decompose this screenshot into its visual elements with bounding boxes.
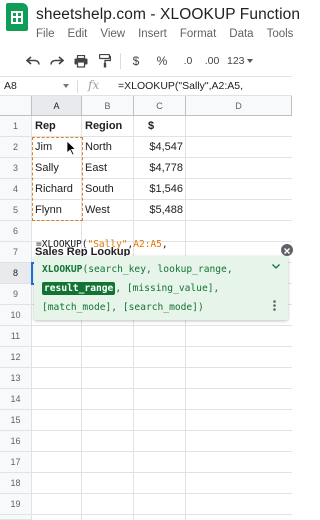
more-formats-label: 123 [227,55,245,67]
toolbar-divider [120,53,121,69]
name-box-dropdown-icon[interactable] [63,84,69,88]
menu-bar: File Edit View Insert Format Data Tools [36,28,293,40]
cell-a3[interactable]: Sally [32,158,82,179]
cell-b2[interactable]: North [82,137,134,158]
row-header-17[interactable]: 17 [0,452,32,473]
menu-tools[interactable]: Tools [267,28,294,40]
row-header-5[interactable]: 5 [0,200,32,221]
increase-decimal-button[interactable]: .00 [203,51,221,71]
mouse-cursor-icon [66,140,76,156]
grid-row-line [32,493,292,494]
cell-a4[interactable]: Richard [32,179,82,200]
cell-c1[interactable]: $ [134,116,186,137]
name-box[interactable]: A8 [4,80,17,92]
decrease-decimal-label: .0 [183,55,193,67]
row-header-7[interactable]: 7 [0,242,32,263]
paint-format-icon[interactable] [96,51,114,71]
row-header-15[interactable]: 15 [0,410,32,431]
grid-row-line [32,367,292,368]
row-header-12[interactable]: 12 [0,347,32,368]
function-help-tooltip: XLOOKUP(search_key, lookup_range, result… [34,256,288,320]
cell-c2[interactable]: $4,547 [134,137,186,158]
redo-icon[interactable] [48,51,66,71]
column-header-a[interactable]: A [32,96,82,116]
row-header-8[interactable]: 8 [0,263,32,284]
sheets-logo-icon[interactable] [6,3,28,31]
grid-row-line [32,514,292,515]
formula-prefix: =XLOOKUP( [36,239,88,250]
formula-suffix: , [161,239,168,250]
select-all-corner[interactable] [0,96,32,116]
row-header-1[interactable]: 1 [0,116,32,137]
tooltip-signature-line-1: XLOOKUP(search_key, lookup_range, [42,264,233,275]
column-header-d[interactable]: D [186,96,292,116]
column-header-b[interactable]: B [82,96,134,116]
grid-row-line [32,325,292,326]
formula-bar: A8 fx =XLOOKUP("Sally",A2:A5, [0,76,292,96]
decrease-decimal-button[interactable]: .0 [179,51,197,71]
cell-a8-editor[interactable]: =XLOOKUP("Sally",A2:A5, [36,236,168,254]
menu-edit[interactable]: Edit [68,28,88,40]
document-title[interactable]: sheetshelp.com - XLOOKUP Function [36,6,300,24]
grid-row-line [32,472,292,473]
cell-c4[interactable]: $1,546 [134,179,186,200]
tooltip-close-button[interactable] [281,244,293,256]
menu-file[interactable]: File [36,28,55,40]
cell-a1[interactable]: Rep [32,116,82,137]
tooltip-signature-line-3: [match_mode], [search_mode]) [42,302,204,313]
toolbar: $ % .0 .00 123 [0,48,292,74]
formula-bar-divider [77,80,78,93]
cell-b4[interactable]: South [82,179,134,200]
cell-b3[interactable]: East [82,158,134,179]
menu-data[interactable]: Data [229,28,253,40]
row-header-9[interactable]: 9 [0,284,32,305]
row-header-2[interactable]: 2 [0,137,32,158]
cell-b1[interactable]: Region [82,116,134,137]
chevron-down-icon [246,59,253,63]
formula-search-key: "Sally" [87,239,128,250]
menu-format[interactable]: Format [180,28,216,40]
row-header-10[interactable]: 10 [0,305,32,326]
cell-b5[interactable]: West [82,200,134,221]
grid-row-line [32,430,292,431]
menu-insert[interactable]: Insert [138,28,167,40]
title-bar: sheetshelp.com - XLOOKUP Function File E… [0,0,300,46]
row-header-14[interactable]: 14 [0,389,32,410]
expand-chevron-icon[interactable] [272,264,280,269]
fx-icon: fx [88,78,100,92]
tooltip-args-1: (search_key, lookup_range, [82,264,233,275]
percent-button[interactable]: % [153,51,171,71]
grid-row-line [32,346,292,347]
more-formats-button[interactable]: 123 [227,51,253,71]
grid-row-line [32,409,292,410]
row-header-11[interactable]: 11 [0,326,32,347]
print-icon[interactable] [72,51,90,71]
currency-button[interactable]: $ [127,51,145,71]
menu-view[interactable]: View [100,28,125,40]
row-header-3[interactable]: 3 [0,158,32,179]
cell-a5[interactable]: Flynn [32,200,82,221]
cell-c5[interactable]: $5,488 [134,200,186,221]
tooltip-signature-line-2: result_range, [missing_value], [42,282,220,295]
increase-decimal-label: .00 [204,55,220,67]
tooltip-function-name: XLOOKUP [42,264,83,275]
row-header-4[interactable]: 4 [0,179,32,200]
row-header-13[interactable]: 13 [0,368,32,389]
column-header-c[interactable]: C [134,96,186,116]
tooltip-args-2: , [missing_value], [115,283,220,294]
grid-row-line [32,451,292,452]
tooltip-current-arg: result_range [42,282,116,295]
row-header-18[interactable]: 18 [0,473,32,494]
row-header-6[interactable]: 6 [0,221,32,242]
undo-icon[interactable] [24,51,42,71]
row-header-20[interactable] [0,515,32,520]
formula-range-ref: A2:A5 [133,239,162,250]
row-header-19[interactable]: 19 [0,494,32,515]
formula-input[interactable]: =XLOOKUP("Sally",A2:A5, [118,80,243,92]
more-options-icon[interactable] [273,300,276,311]
cell-c3[interactable]: $4,778 [134,158,186,179]
grid-row-line [32,388,292,389]
row-header-16[interactable]: 16 [0,431,32,452]
